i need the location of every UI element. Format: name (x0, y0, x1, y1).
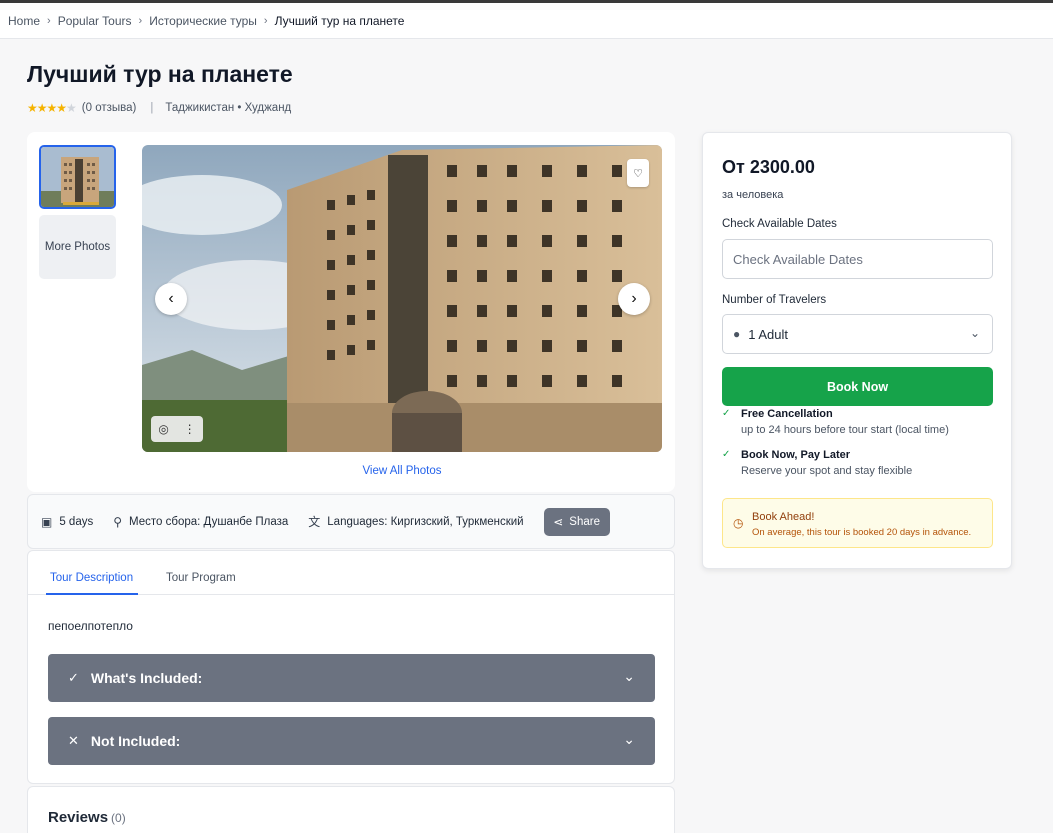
person-icon: ● (733, 327, 741, 341)
chevron-down-icon: ⌄ (969, 326, 980, 340)
next-photo-button[interactable]: › (618, 283, 650, 315)
travelers-select[interactable]: ● 1 Adult ⌄ (722, 314, 993, 354)
share-icon: ⋖ (553, 514, 564, 529)
check-icon: ✓ (722, 408, 731, 419)
breadcrumb: Home › Popular Tours › Исторические туры… (0, 3, 1053, 39)
book-ahead-text: On average, this tour is booked 20 days … (752, 527, 972, 538)
languages-info: 文 Languages: Киргизский, Туркменский (308, 513, 523, 530)
book-ahead-title: Book Ahead! (752, 511, 815, 523)
meeting-point-info: ⚲ Место сбора: Душанбе Плаза (113, 515, 288, 529)
breadcrumb-historical-tours[interactable]: Исторические туры (149, 14, 257, 28)
gallery-thumbnail[interactable] (39, 145, 116, 209)
reviews-section: Reviews (0) (27, 786, 675, 833)
view-all-photos-link[interactable]: View All Photos (27, 465, 675, 477)
tab-tour-program[interactable]: Tour Program (166, 572, 236, 584)
rating-stars: ★★★★★ (27, 101, 77, 115)
breadcrumb-current: Лучший тур на планете (274, 13, 405, 28)
tour-details: Tour Description Tour Program пепоелпоте… (27, 550, 675, 784)
x-icon: ✕ (68, 733, 79, 748)
whats-included-accordion[interactable]: ✓ What's Included: ⌄ (48, 654, 655, 702)
perk-subtitle: Reserve your spot and stay flexible (741, 465, 913, 477)
chevron-left-icon: ‹ (168, 290, 174, 307)
hotel-photo (142, 145, 662, 452)
details-tabs: Tour Description Tour Program (28, 551, 674, 595)
previous-photo-button[interactable]: ‹ (155, 283, 187, 315)
dates-field[interactable] (722, 239, 993, 279)
perk-title: Book Now, Pay Later (741, 449, 851, 461)
reviews-heading: Reviews (0) (48, 809, 126, 826)
not-included-label: Not Included: (90, 733, 181, 749)
meeting-point-text: Место сбора: Душанбе Плаза (129, 515, 289, 528)
breadcrumb-home[interactable]: Home (8, 14, 40, 28)
check-icon: ✓ (722, 449, 731, 460)
perk-subtitle: up to 24 hours before tour start (local … (741, 424, 949, 436)
main-photo: ‹ › ♡ ◎ ⋮ (142, 145, 662, 452)
check-icon: ✓ (68, 670, 79, 685)
not-included-accordion[interactable]: ✕ Not Included: ⌄ (48, 717, 655, 765)
whats-included-label: What's Included: (90, 670, 203, 686)
divider: | (150, 102, 154, 114)
dates-input[interactable] (733, 251, 992, 267)
translate-icon: 文 (308, 515, 321, 529)
travelers-value: 1 Adult (748, 326, 789, 342)
chevron-down-icon: ⌄ (623, 668, 635, 684)
page-title: Лучший тур на планете (27, 61, 293, 87)
breadcrumb-separator: › (138, 14, 143, 27)
favorite-button[interactable]: ♡ (627, 159, 649, 187)
image-tools: ◎ ⋮ (151, 416, 203, 442)
reviews-count[interactable]: (0 отзыва) (82, 102, 137, 114)
calendar-icon: ▣ (41, 514, 53, 529)
tour-info-bar: ▣ 5 days ⚲ Место сбора: Душанбе Плаза 文 … (27, 494, 675, 549)
book-now-button[interactable]: Book Now (722, 367, 993, 406)
booking-card: От 2300.00 за человека Check Available D… (702, 132, 1012, 569)
share-button[interactable]: ⋖ Share (543, 507, 610, 536)
dates-label: Check Available Dates (722, 218, 837, 230)
active-tab-indicator (46, 593, 138, 595)
lens-icon[interactable]: ◎ (158, 422, 168, 436)
tour-description-text: пепоелпотепло (48, 619, 133, 633)
book-ahead-notice: ◷ Book Ahead! On average, this tour is b… (722, 498, 993, 548)
hotel-thumbnail-image (41, 147, 114, 207)
reviews-title: Reviews (48, 809, 109, 826)
breadcrumb-separator: › (47, 14, 51, 27)
breadcrumb-separator: › (263, 14, 268, 27)
photo-gallery: More Photos ‹ › ♡ ◎ ⋮ View All Photos (27, 132, 675, 492)
share-label: Share (569, 515, 600, 528)
tab-tour-description[interactable]: Tour Description (50, 572, 133, 584)
chevron-down-icon: ⌄ (623, 731, 635, 747)
clock-icon: ◷ (733, 516, 744, 530)
duration-text: 5 days (59, 515, 94, 528)
perk-title: Free Cancellation (741, 408, 833, 420)
languages-text: Languages: Киргизский, Туркменский (327, 515, 524, 528)
heart-icon: ♡ (633, 167, 643, 180)
reviews-total: (0) (111, 811, 126, 825)
price-unit: за человека (722, 189, 784, 201)
tour-meta: ★★★★★ (0 отзыва) | Таджикистан • Худжанд (27, 101, 291, 115)
chevron-right-icon: › (631, 290, 637, 307)
tour-price: От 2300.00 (722, 157, 815, 177)
travelers-label: Number of Travelers (722, 294, 827, 306)
more-vertical-icon[interactable]: ⋮ (184, 422, 196, 436)
tour-location: Таджикистан • Худжанд (165, 102, 292, 114)
meeting-point-icon: ⚲ (113, 514, 123, 529)
duration-info: ▣ 5 days (41, 515, 93, 529)
breadcrumb-popular-tours[interactable]: Popular Tours (58, 14, 132, 28)
more-photos-button[interactable]: More Photos (39, 215, 116, 279)
